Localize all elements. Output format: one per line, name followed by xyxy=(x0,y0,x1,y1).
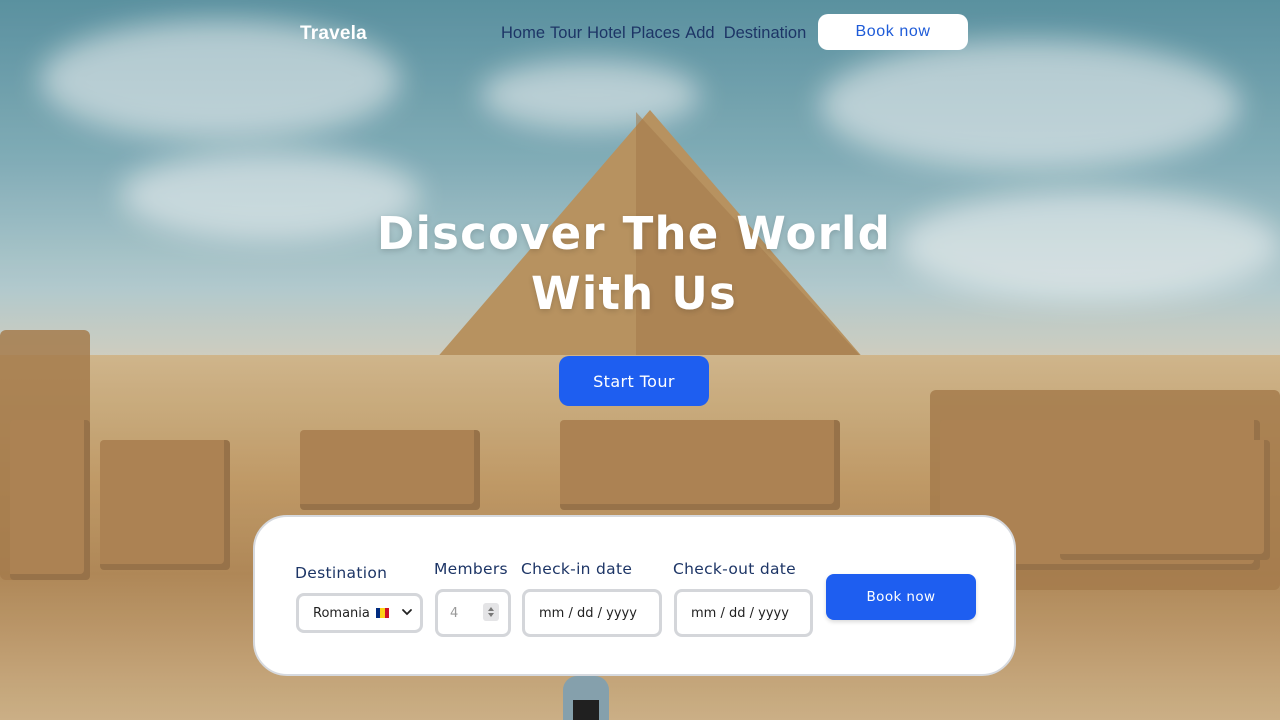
checkin-date-input[interactable]: mm / dd / yyyy xyxy=(522,589,662,637)
members-input[interactable]: 4 xyxy=(435,589,511,637)
hero-headline: Discover The World With Us xyxy=(340,204,928,324)
nav-link-hotel[interactable]: Hotel xyxy=(587,24,626,43)
nav-book-now-button[interactable]: Book now xyxy=(818,14,968,50)
booking-card: Destination Romania Members 4 Check-in d… xyxy=(253,515,1016,676)
nav-links: Home Tour Hotel Places Add Destination xyxy=(501,24,811,43)
members-placeholder: 4 xyxy=(450,605,459,621)
top-nav: Travela Home Tour Hotel Places Add Desti… xyxy=(0,0,1280,64)
romania-flag-icon xyxy=(375,608,389,618)
destination-select[interactable]: Romania xyxy=(296,593,423,633)
nav-link-add-destination[interactable]: Add Destination xyxy=(685,24,806,43)
hero-headline-line2: With Us xyxy=(530,267,737,320)
checkout-date-input[interactable]: mm / dd / yyyy xyxy=(674,589,813,637)
nav-link-places[interactable]: Places xyxy=(631,24,681,43)
brand-logo[interactable]: Travela xyxy=(300,23,367,45)
members-label: Members xyxy=(434,560,508,578)
checkin-label: Check-in date xyxy=(521,560,633,578)
members-stepper[interactable] xyxy=(483,603,499,621)
hero-headline-line1: Discover The World xyxy=(376,207,892,260)
booking-submit-button[interactable]: Book now xyxy=(826,574,976,620)
checkout-placeholder: mm / dd / yyyy xyxy=(691,605,789,621)
nav-link-tour[interactable]: Tour xyxy=(550,24,582,43)
destination-label: Destination xyxy=(295,564,388,582)
nav-link-home[interactable]: Home xyxy=(501,24,545,43)
chevron-down-icon xyxy=(402,609,412,616)
destination-value: Romania xyxy=(313,605,370,621)
start-tour-button[interactable]: Start Tour xyxy=(559,356,709,406)
checkin-placeholder: mm / dd / yyyy xyxy=(539,605,637,621)
checkout-label: Check-out date xyxy=(673,560,797,578)
